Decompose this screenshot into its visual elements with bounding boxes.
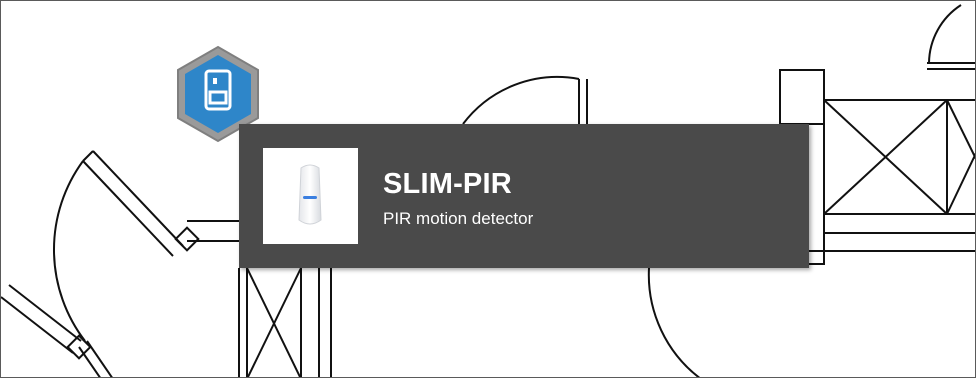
device-description: PIR motion detector <box>383 209 534 228</box>
device-tooltip: SLIM-PIR PIR motion detector <box>239 124 809 268</box>
device-name: SLIM-PIR <box>383 168 512 200</box>
floor-plan-canvas[interactable]: SLIM-PIR PIR motion detector <box>0 0 976 378</box>
motion-detector-product-image <box>263 148 358 244</box>
